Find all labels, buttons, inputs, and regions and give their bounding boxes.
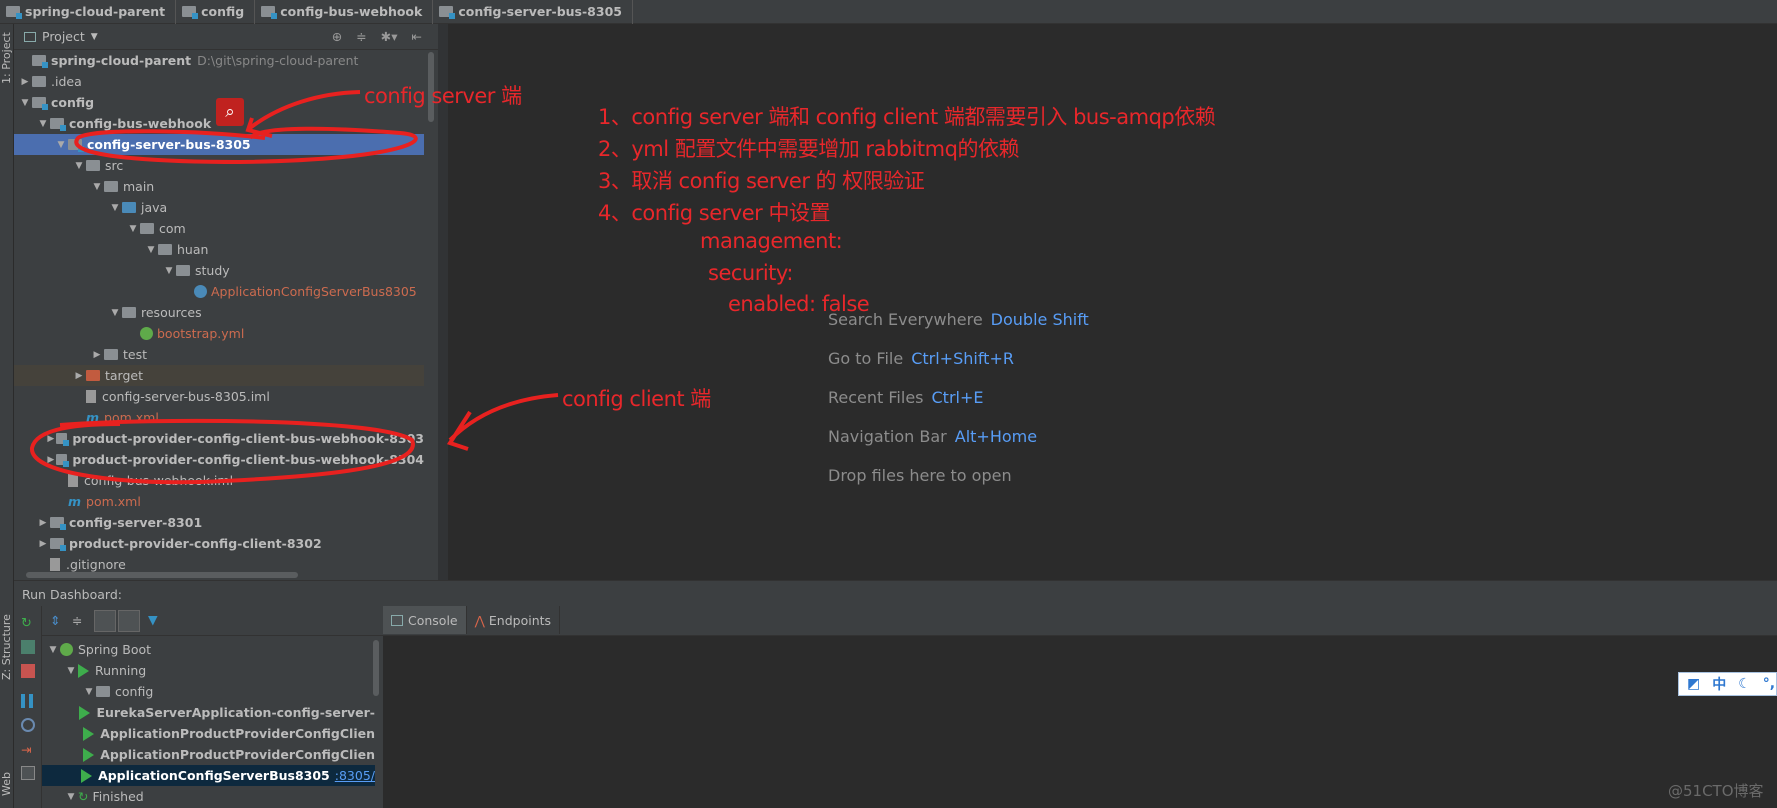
spring-boot-icon <box>60 643 73 656</box>
ime-mode[interactable]: 中 <box>1712 674 1726 694</box>
folder-icon <box>96 686 110 697</box>
run-icon <box>81 768 93 783</box>
port-link[interactable]: :8305/ <box>335 768 375 783</box>
run-tree-label: ApplicationConfigServerBus8305 <box>98 768 330 783</box>
run-icon <box>79 705 91 720</box>
run-tree-label: EurekaServerApplication-config-server- <box>96 705 375 720</box>
run-icon <box>83 747 95 762</box>
run-tree-item[interactable]: ApplicationConfigServerBus8305 :8305/ <box>42 765 375 786</box>
run-dashboard-header: Run Dashboard: <box>14 580 1777 606</box>
run-icon <box>83 726 95 741</box>
punctuation-icon[interactable]: °, <box>1763 676 1775 692</box>
moon-icon[interactable]: ☾ <box>1738 676 1751 692</box>
run-tree-item[interactable]: ApplicationProductProviderConfigClien <box>42 723 375 744</box>
tab-console[interactable]: Console <box>383 606 467 634</box>
run-tree-item[interactable]: ▼ Running <box>42 660 375 681</box>
filter-icon[interactable]: ▼ <box>148 612 158 627</box>
console-output[interactable] <box>383 636 1777 808</box>
layout-icon[interactable] <box>21 766 35 780</box>
run-dashboard-actions: ↻ ⇥ <box>14 606 42 808</box>
run-tree-label: Running <box>95 663 147 678</box>
run-tree-item[interactable]: EurekaServerApplication-config-server- <box>42 702 375 723</box>
run-tree-label: ApplicationProductProviderConfigClien <box>100 726 375 741</box>
run-dashboard-tree: ▼ Spring Boot ▼ Running ▼ config EurekaServerA… <box>42 636 383 808</box>
run-tree-label: Finished <box>92 789 144 804</box>
run-tree-item[interactable]: ApplicationProductProviderConfigClien <box>42 744 375 765</box>
server-circle <box>74 126 418 165</box>
pause-icon[interactable] <box>21 694 33 708</box>
stop-icon[interactable] <box>21 664 35 678</box>
rerun-icon: ↻ <box>78 789 89 804</box>
collapse-all-icon[interactable]: ≑ <box>72 613 82 628</box>
expand-toggle-icon[interactable]: ▼ <box>82 687 96 697</box>
expand-toggle-icon[interactable]: ▼ <box>46 645 60 655</box>
group-by-type-icon[interactable] <box>118 610 140 632</box>
run-tree-label: Spring Boot <box>78 642 152 657</box>
client-arrow <box>446 393 559 451</box>
tab-endpoints[interactable]: ⋀ Endpoints <box>467 606 561 634</box>
ime-settings-icon[interactable]: ◩ <box>1687 676 1700 692</box>
camera-icon[interactable] <box>21 718 35 732</box>
debug-icon[interactable] <box>21 640 35 654</box>
ime-toolbar: ◩ 中 ☾ °, <box>1678 672 1777 696</box>
run-dashboard-toolbar: ⇕ ≑ ▼ <box>42 606 383 636</box>
login-icon[interactable]: ⇥ <box>21 742 35 757</box>
console-tabs: Console ⋀ Endpoints <box>383 606 1777 636</box>
group-by-config-icon[interactable] <box>94 610 116 632</box>
client-circle <box>30 418 415 485</box>
watermark: @51CTO博客 <box>1668 782 1764 800</box>
run-icon <box>78 663 89 678</box>
expand-toggle-icon[interactable]: ▼ <box>64 792 78 802</box>
run-tree-item[interactable]: ▼ ↻ Finished <box>42 786 375 807</box>
run-tree-scrollbar[interactable] <box>373 640 379 696</box>
endpoints-icon: ⋀ <box>474 612 485 628</box>
run-tree-label: config <box>115 684 154 699</box>
expand-all-icon[interactable]: ⇕ <box>50 613 60 628</box>
run-tree-item[interactable]: ▼ Spring Boot <box>42 639 375 660</box>
console-icon <box>391 614 403 626</box>
expand-toggle-icon[interactable]: ▼ <box>64 666 78 676</box>
rerun-icon[interactable]: ↻ <box>21 616 35 631</box>
run-tree-label: ApplicationProductProviderConfigClien <box>100 747 375 762</box>
run-tree-item[interactable]: ▼ config <box>42 681 375 702</box>
